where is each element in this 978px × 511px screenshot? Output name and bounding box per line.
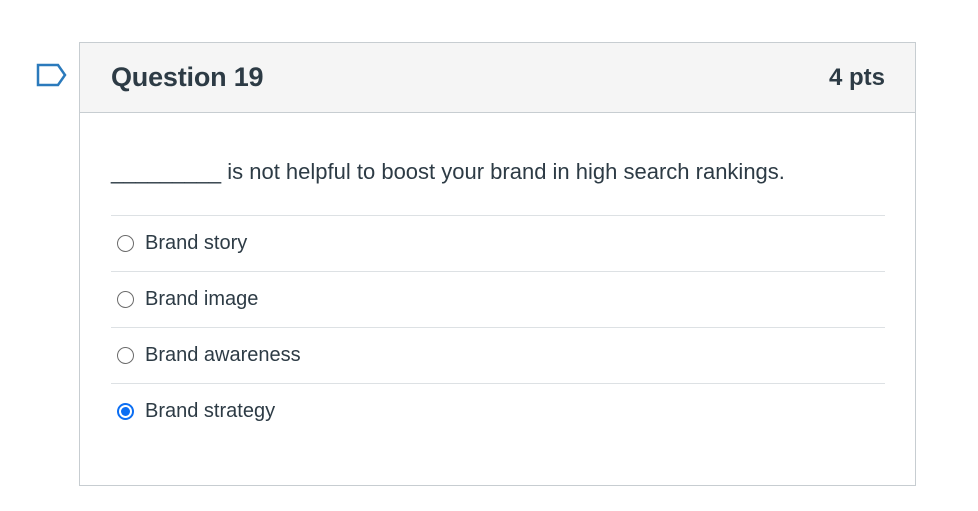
question-text: _________ is not helpful to boost your b… bbox=[111, 159, 785, 184]
answer-option[interactable]: Brand story bbox=[111, 215, 885, 271]
answer-option[interactable]: Brand image bbox=[111, 271, 885, 327]
answer-option[interactable]: Brand strategy bbox=[111, 383, 885, 439]
question-body: _________ is not helpful to boost your b… bbox=[80, 113, 915, 439]
question-card: Question 19 4 pts _________ is not helpf… bbox=[79, 42, 916, 486]
radio-button[interactable] bbox=[117, 235, 134, 252]
question-header: Question 19 4 pts bbox=[80, 43, 915, 113]
answer-list: Brand story Brand image Brand awareness … bbox=[111, 215, 885, 439]
answer-label: Brand awareness bbox=[145, 344, 301, 366]
radio-button[interactable] bbox=[117, 347, 134, 364]
answer-label: Brand strategy bbox=[145, 400, 276, 422]
quiz-page: Question 19 4 pts _________ is not helpf… bbox=[0, 0, 978, 511]
answer-option[interactable]: Brand awareness bbox=[111, 327, 885, 383]
answer-label: Brand image bbox=[145, 288, 259, 310]
answer-label: Brand story bbox=[145, 232, 248, 254]
question-title: Question 19 bbox=[111, 62, 264, 92]
flag-question-icon[interactable] bbox=[36, 63, 68, 87]
question-points: 4 pts bbox=[828, 63, 885, 91]
radio-button[interactable] bbox=[117, 291, 134, 308]
radio-button[interactable] bbox=[117, 403, 134, 420]
